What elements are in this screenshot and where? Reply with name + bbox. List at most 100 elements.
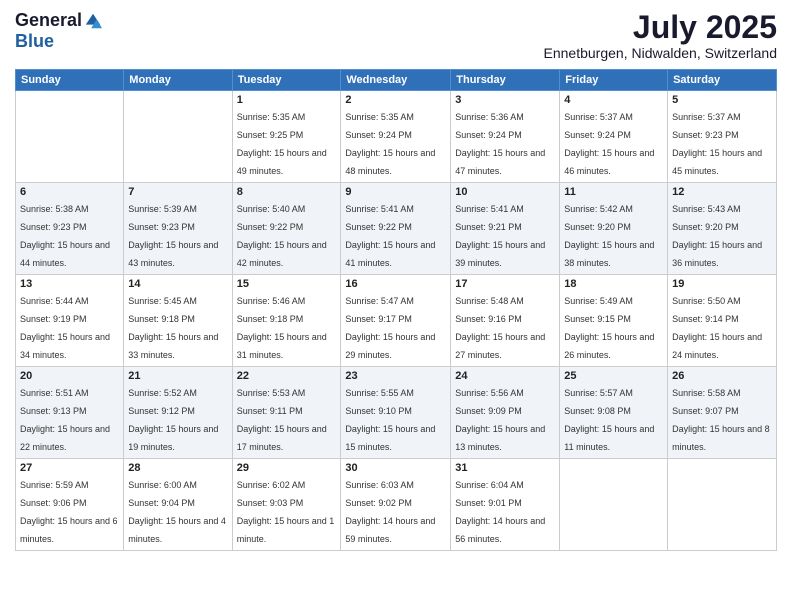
day-detail: Sunrise: 5:41 AMSunset: 9:22 PMDaylight:… bbox=[345, 204, 435, 268]
day-detail: Sunrise: 5:35 AMSunset: 9:25 PMDaylight:… bbox=[237, 112, 327, 176]
day-detail: Sunrise: 5:56 AMSunset: 9:09 PMDaylight:… bbox=[455, 388, 545, 452]
col-sunday: Sunday bbox=[16, 70, 124, 91]
table-row: 14 Sunrise: 5:45 AMSunset: 9:18 PMDaylig… bbox=[124, 275, 232, 367]
day-detail: Sunrise: 5:41 AMSunset: 9:21 PMDaylight:… bbox=[455, 204, 545, 268]
table-row: 20 Sunrise: 5:51 AMSunset: 9:13 PMDaylig… bbox=[16, 367, 124, 459]
calendar-header-row: Sunday Monday Tuesday Wednesday Thursday… bbox=[16, 70, 777, 91]
day-number: 30 bbox=[345, 462, 446, 474]
day-detail: Sunrise: 6:00 AMSunset: 9:04 PMDaylight:… bbox=[128, 480, 226, 544]
calendar-week-row: 13 Sunrise: 5:44 AMSunset: 9:19 PMDaylig… bbox=[16, 275, 777, 367]
day-number: 24 bbox=[455, 370, 555, 382]
logo-general-text: General bbox=[15, 10, 82, 31]
table-row: 13 Sunrise: 5:44 AMSunset: 9:19 PMDaylig… bbox=[16, 275, 124, 367]
day-number: 13 bbox=[20, 278, 119, 290]
logo-blue-text: Blue bbox=[15, 31, 54, 52]
day-detail: Sunrise: 5:58 AMSunset: 9:07 PMDaylight:… bbox=[672, 388, 770, 452]
day-detail: Sunrise: 5:57 AMSunset: 9:08 PMDaylight:… bbox=[564, 388, 654, 452]
day-detail: Sunrise: 5:38 AMSunset: 9:23 PMDaylight:… bbox=[20, 204, 110, 268]
table-row: 19 Sunrise: 5:50 AMSunset: 9:14 PMDaylig… bbox=[668, 275, 777, 367]
day-detail: Sunrise: 5:49 AMSunset: 9:15 PMDaylight:… bbox=[564, 296, 654, 360]
calendar-week-row: 1 Sunrise: 5:35 AMSunset: 9:25 PMDayligh… bbox=[16, 91, 777, 183]
day-number: 1 bbox=[237, 94, 337, 106]
calendar-week-row: 27 Sunrise: 5:59 AMSunset: 9:06 PMDaylig… bbox=[16, 459, 777, 551]
table-row: 15 Sunrise: 5:46 AMSunset: 9:18 PMDaylig… bbox=[232, 275, 341, 367]
table-row bbox=[668, 459, 777, 551]
day-number: 5 bbox=[672, 94, 772, 106]
page: General Blue July 2025 Ennetburgen, Nidw… bbox=[0, 0, 792, 612]
day-detail: Sunrise: 5:50 AMSunset: 9:14 PMDaylight:… bbox=[672, 296, 762, 360]
day-number: 3 bbox=[455, 94, 555, 106]
day-detail: Sunrise: 5:37 AMSunset: 9:24 PMDaylight:… bbox=[564, 112, 654, 176]
day-detail: Sunrise: 5:48 AMSunset: 9:16 PMDaylight:… bbox=[455, 296, 545, 360]
day-number: 2 bbox=[345, 94, 446, 106]
day-number: 22 bbox=[237, 370, 337, 382]
table-row: 18 Sunrise: 5:49 AMSunset: 9:15 PMDaylig… bbox=[560, 275, 668, 367]
logo-icon bbox=[84, 12, 102, 30]
day-number: 26 bbox=[672, 370, 772, 382]
table-row: 8 Sunrise: 5:40 AMSunset: 9:22 PMDayligh… bbox=[232, 183, 341, 275]
day-number: 21 bbox=[128, 370, 227, 382]
day-detail: Sunrise: 5:55 AMSunset: 9:10 PMDaylight:… bbox=[345, 388, 435, 452]
day-detail: Sunrise: 5:46 AMSunset: 9:18 PMDaylight:… bbox=[237, 296, 327, 360]
day-detail: Sunrise: 5:52 AMSunset: 9:12 PMDaylight:… bbox=[128, 388, 218, 452]
table-row: 7 Sunrise: 5:39 AMSunset: 9:23 PMDayligh… bbox=[124, 183, 232, 275]
col-saturday: Saturday bbox=[668, 70, 777, 91]
table-row: 12 Sunrise: 5:43 AMSunset: 9:20 PMDaylig… bbox=[668, 183, 777, 275]
table-row: 6 Sunrise: 5:38 AMSunset: 9:23 PMDayligh… bbox=[16, 183, 124, 275]
table-row: 31 Sunrise: 6:04 AMSunset: 9:01 PMDaylig… bbox=[451, 459, 560, 551]
day-number: 8 bbox=[237, 186, 337, 198]
day-number: 17 bbox=[455, 278, 555, 290]
day-detail: Sunrise: 5:51 AMSunset: 9:13 PMDaylight:… bbox=[20, 388, 110, 452]
table-row: 11 Sunrise: 5:42 AMSunset: 9:20 PMDaylig… bbox=[560, 183, 668, 275]
day-detail: Sunrise: 5:43 AMSunset: 9:20 PMDaylight:… bbox=[672, 204, 762, 268]
table-row: 21 Sunrise: 5:52 AMSunset: 9:12 PMDaylig… bbox=[124, 367, 232, 459]
table-row: 4 Sunrise: 5:37 AMSunset: 9:24 PMDayligh… bbox=[560, 91, 668, 183]
day-number: 23 bbox=[345, 370, 446, 382]
table-row: 10 Sunrise: 5:41 AMSunset: 9:21 PMDaylig… bbox=[451, 183, 560, 275]
header: General Blue July 2025 Ennetburgen, Nidw… bbox=[15, 10, 777, 61]
day-detail: Sunrise: 6:02 AMSunset: 9:03 PMDaylight:… bbox=[237, 480, 335, 544]
location-title: Ennetburgen, Nidwalden, Switzerland bbox=[544, 45, 777, 61]
day-detail: Sunrise: 5:40 AMSunset: 9:22 PMDaylight:… bbox=[237, 204, 327, 268]
col-wednesday: Wednesday bbox=[341, 70, 451, 91]
day-detail: Sunrise: 5:44 AMSunset: 9:19 PMDaylight:… bbox=[20, 296, 110, 360]
day-detail: Sunrise: 5:36 AMSunset: 9:24 PMDaylight:… bbox=[455, 112, 545, 176]
table-row: 9 Sunrise: 5:41 AMSunset: 9:22 PMDayligh… bbox=[341, 183, 451, 275]
table-row: 2 Sunrise: 5:35 AMSunset: 9:24 PMDayligh… bbox=[341, 91, 451, 183]
day-number: 15 bbox=[237, 278, 337, 290]
day-detail: Sunrise: 6:04 AMSunset: 9:01 PMDaylight:… bbox=[455, 480, 545, 544]
col-monday: Monday bbox=[124, 70, 232, 91]
table-row: 25 Sunrise: 5:57 AMSunset: 9:08 PMDaylig… bbox=[560, 367, 668, 459]
day-number: 10 bbox=[455, 186, 555, 198]
table-row: 26 Sunrise: 5:58 AMSunset: 9:07 PMDaylig… bbox=[668, 367, 777, 459]
day-number: 20 bbox=[20, 370, 119, 382]
day-number: 16 bbox=[345, 278, 446, 290]
table-row bbox=[124, 91, 232, 183]
day-number: 4 bbox=[564, 94, 663, 106]
table-row: 24 Sunrise: 5:56 AMSunset: 9:09 PMDaylig… bbox=[451, 367, 560, 459]
day-number: 9 bbox=[345, 186, 446, 198]
day-detail: Sunrise: 5:37 AMSunset: 9:23 PMDaylight:… bbox=[672, 112, 762, 176]
day-detail: Sunrise: 5:35 AMSunset: 9:24 PMDaylight:… bbox=[345, 112, 435, 176]
day-detail: Sunrise: 5:53 AMSunset: 9:11 PMDaylight:… bbox=[237, 388, 327, 452]
day-number: 6 bbox=[20, 186, 119, 198]
title-block: July 2025 Ennetburgen, Nidwalden, Switze… bbox=[544, 10, 777, 61]
calendar-table: Sunday Monday Tuesday Wednesday Thursday… bbox=[15, 69, 777, 551]
col-friday: Friday bbox=[560, 70, 668, 91]
day-number: 28 bbox=[128, 462, 227, 474]
day-detail: Sunrise: 5:59 AMSunset: 9:06 PMDaylight:… bbox=[20, 480, 118, 544]
col-tuesday: Tuesday bbox=[232, 70, 341, 91]
table-row: 29 Sunrise: 6:02 AMSunset: 9:03 PMDaylig… bbox=[232, 459, 341, 551]
month-title: July 2025 bbox=[544, 10, 777, 45]
day-detail: Sunrise: 6:03 AMSunset: 9:02 PMDaylight:… bbox=[345, 480, 435, 544]
day-number: 12 bbox=[672, 186, 772, 198]
table-row: 5 Sunrise: 5:37 AMSunset: 9:23 PMDayligh… bbox=[668, 91, 777, 183]
table-row: 23 Sunrise: 5:55 AMSunset: 9:10 PMDaylig… bbox=[341, 367, 451, 459]
calendar-week-row: 20 Sunrise: 5:51 AMSunset: 9:13 PMDaylig… bbox=[16, 367, 777, 459]
table-row: 28 Sunrise: 6:00 AMSunset: 9:04 PMDaylig… bbox=[124, 459, 232, 551]
day-detail: Sunrise: 5:42 AMSunset: 9:20 PMDaylight:… bbox=[564, 204, 654, 268]
day-detail: Sunrise: 5:47 AMSunset: 9:17 PMDaylight:… bbox=[345, 296, 435, 360]
table-row: 1 Sunrise: 5:35 AMSunset: 9:25 PMDayligh… bbox=[232, 91, 341, 183]
day-number: 25 bbox=[564, 370, 663, 382]
day-number: 19 bbox=[672, 278, 772, 290]
